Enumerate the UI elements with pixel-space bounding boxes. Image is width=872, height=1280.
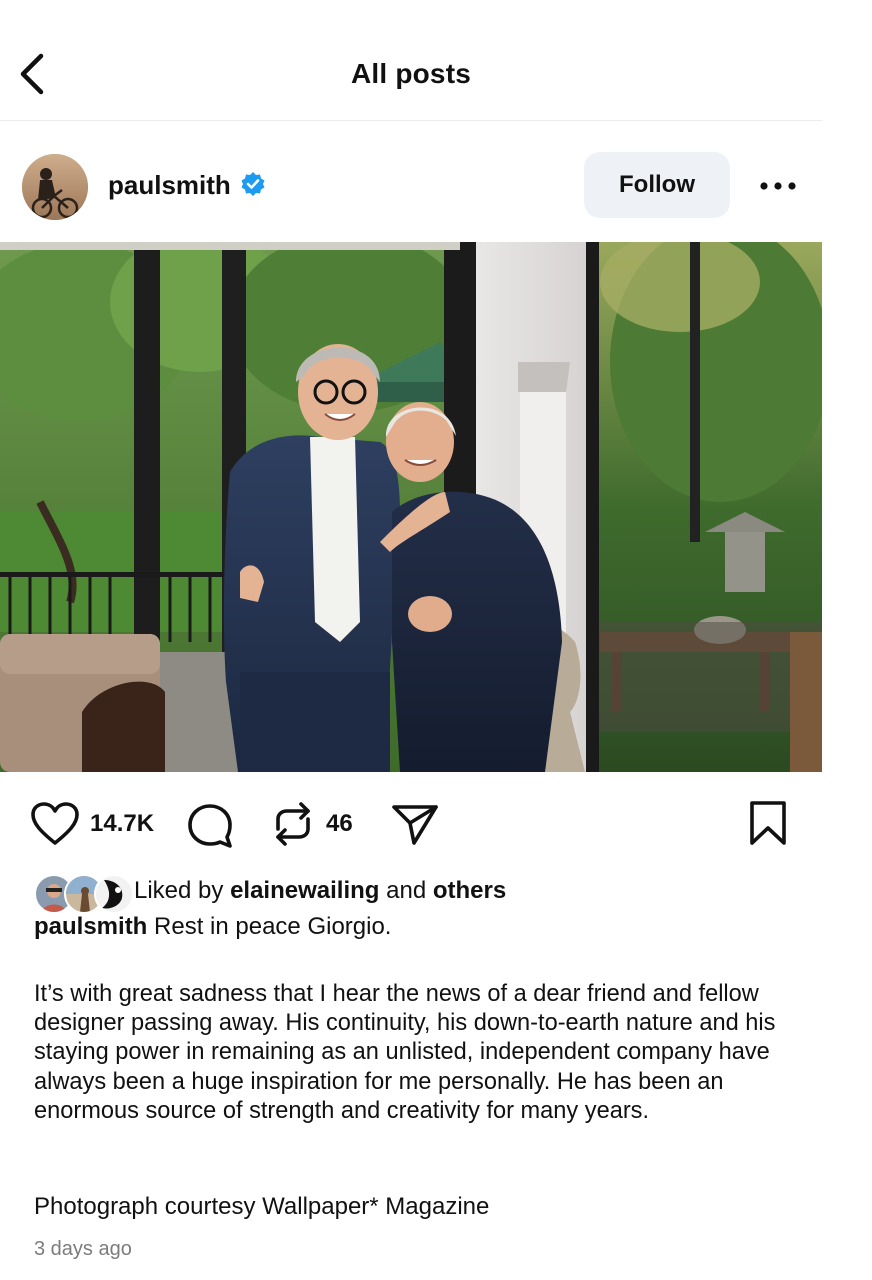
more-options-button[interactable] bbox=[752, 168, 804, 204]
liked-by[interactable]: Liked by elainewailing and others bbox=[34, 872, 794, 914]
comment-icon bbox=[188, 804, 232, 848]
repost-count: 46 bbox=[326, 810, 353, 837]
comment-button[interactable] bbox=[186, 801, 234, 849]
more-horizontal-icon bbox=[760, 182, 796, 190]
liked-by-prefix: Liked by bbox=[134, 877, 224, 904]
like-count: 14.7K bbox=[90, 810, 155, 837]
verified-badge-icon bbox=[241, 172, 265, 196]
liked-by-others-link[interactable]: others bbox=[433, 877, 506, 904]
share-button[interactable] bbox=[390, 801, 440, 847]
avatar-image bbox=[22, 154, 88, 220]
caption-first-line: paulsmith Rest in peace Giorgio. bbox=[34, 913, 391, 941]
liker-avatars bbox=[34, 872, 134, 914]
liked-by-text: Liked by elainewailing and others bbox=[134, 877, 506, 905]
post-screen: All posts paulsmith Follow 14.7K 46 Like… bbox=[0, 0, 822, 1280]
avatar[interactable] bbox=[22, 154, 88, 220]
repost-icon bbox=[276, 802, 310, 846]
post-photo-illustration bbox=[0, 242, 822, 772]
page-title: All posts bbox=[350, 58, 472, 89]
send-icon bbox=[392, 805, 438, 845]
photo-credit: Photograph courtesy Wallpaper* Magazine bbox=[34, 1193, 490, 1220]
repost-button[interactable]: 46 bbox=[270, 799, 353, 849]
top-bar: All posts bbox=[0, 0, 822, 121]
follow-button[interactable]: Follow bbox=[584, 152, 730, 218]
bookmark-icon bbox=[750, 801, 786, 845]
liker-avatar bbox=[94, 874, 134, 914]
right-gutter bbox=[822, 0, 872, 1280]
heart-icon bbox=[31, 802, 79, 845]
liked-by-user-link[interactable]: elainewailing bbox=[230, 877, 379, 904]
post-username[interactable]: paulsmith bbox=[108, 170, 231, 201]
liked-by-conjunction: and bbox=[386, 877, 427, 904]
post-actions: 14.7K 46 bbox=[0, 795, 822, 855]
save-button[interactable] bbox=[748, 799, 788, 847]
like-button[interactable]: 14.7K bbox=[30, 801, 154, 847]
caption-body: It’s with great sadness that I hear the … bbox=[34, 981, 776, 1124]
caption-username[interactable]: paulsmith bbox=[34, 913, 147, 940]
caption-headline: Rest in peace Giorgio. bbox=[154, 913, 392, 940]
post-image[interactable] bbox=[0, 242, 822, 772]
post-timestamp: 3 days ago bbox=[34, 1238, 132, 1260]
post-header: paulsmith Follow bbox=[0, 140, 822, 230]
